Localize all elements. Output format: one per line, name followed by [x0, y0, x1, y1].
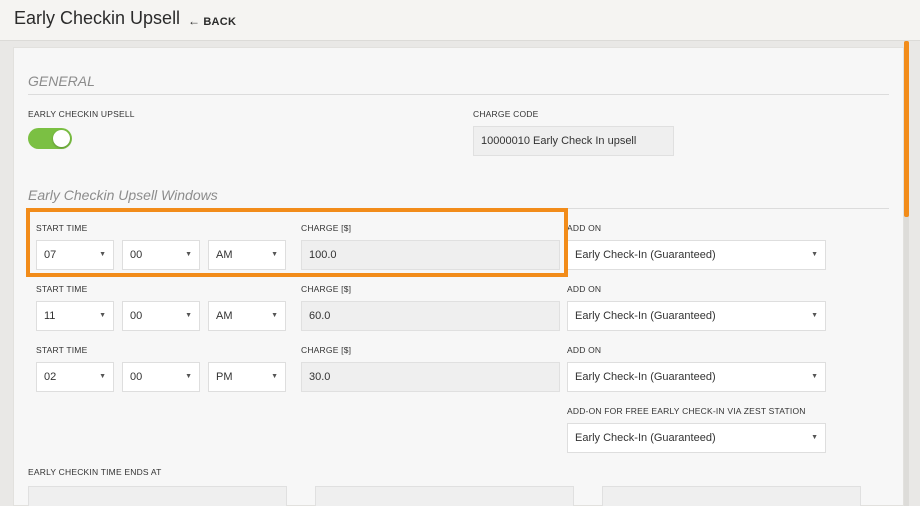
caret-down-icon: ▼ — [271, 373, 278, 380]
start-minute-select[interactable]: 00 ▼ — [122, 301, 200, 331]
highlight-box — [26, 208, 568, 277]
caret-down-icon: ▼ — [185, 373, 192, 380]
start-minute-select[interactable]: 00 ▼ — [122, 362, 200, 392]
ends-ampm-select[interactable] — [602, 486, 861, 506]
caret-down-icon: ▼ — [811, 373, 818, 380]
early-checkin-upsell-toggle[interactable] — [28, 128, 72, 149]
add-on-select[interactable]: Early Check-In (Guaranteed) ▼ — [567, 240, 826, 270]
checkin-time-ends-label: EARLY CHECKIN TIME ENDS AT — [28, 467, 162, 477]
ends-hour-select[interactable] — [28, 486, 287, 506]
start-hour-value: 02 — [44, 371, 57, 383]
charge-code-field[interactable]: 10000010 Early Check In upsell — [473, 126, 674, 156]
zest-station-add-on-value: Early Check-In (Guaranteed) — [575, 432, 716, 444]
back-button[interactable]: ← BACK — [188, 14, 236, 28]
zest-station-add-on-label: ADD-ON FOR FREE EARLY CHECK-IN VIA ZEST … — [567, 406, 806, 416]
start-ampm-value: PM — [216, 371, 233, 383]
start-minute-value: 00 — [130, 371, 143, 383]
charge-input[interactable]: 60.0 — [301, 301, 560, 331]
start-ampm-value: AM — [216, 310, 233, 322]
add-on-value: Early Check-In (Guaranteed) — [575, 371, 716, 383]
start-time-label: START TIME — [36, 345, 88, 355]
start-hour-select[interactable]: 11 ▼ — [36, 301, 114, 331]
caret-down-icon: ▼ — [811, 251, 818, 258]
add-on-select[interactable]: Early Check-In (Guaranteed) ▼ — [567, 301, 826, 331]
charge-input[interactable]: 30.0 — [301, 362, 560, 392]
add-on-label: ADD ON — [567, 284, 602, 294]
caret-down-icon: ▼ — [811, 312, 818, 319]
ends-minute-select[interactable] — [315, 486, 574, 506]
upsell-windows-section-title: Early Checkin Upsell Windows — [28, 187, 218, 203]
page-title: Early Checkin Upsell — [14, 8, 181, 28]
add-on-select[interactable]: Early Check-In (Guaranteed) ▼ — [567, 362, 826, 392]
start-ampm-select[interactable]: PM ▼ — [208, 362, 286, 392]
caret-down-icon: ▼ — [185, 312, 192, 319]
caret-down-icon: ▼ — [99, 312, 106, 319]
early-checkin-upsell-label: EARLY CHECKIN UPSELL — [28, 109, 135, 119]
top-bar: Early Checkin Upsell ← BACK — [0, 0, 920, 41]
start-hour-select[interactable]: 02 ▼ — [36, 362, 114, 392]
caret-down-icon: ▼ — [811, 434, 818, 441]
back-label: BACK — [203, 16, 237, 28]
start-minute-value: 00 — [130, 310, 143, 322]
start-time-label: START TIME — [36, 284, 88, 294]
caret-down-icon: ▼ — [271, 312, 278, 319]
add-on-label: ADD ON — [567, 223, 602, 233]
charge-label: CHARGE [$] — [301, 284, 352, 294]
start-hour-value: 11 — [44, 310, 56, 322]
caret-down-icon: ▼ — [99, 373, 106, 380]
add-on-label: ADD ON — [567, 345, 602, 355]
general-section-title: GENERAL — [28, 73, 95, 89]
toggle-knob — [53, 130, 70, 147]
add-on-value: Early Check-In (Guaranteed) — [575, 310, 716, 322]
zest-station-add-on-select[interactable]: Early Check-In (Guaranteed) ▼ — [567, 423, 826, 453]
scrollbar-thumb[interactable] — [904, 41, 909, 217]
charge-label: CHARGE [$] — [301, 345, 352, 355]
add-on-value: Early Check-In (Guaranteed) — [575, 249, 716, 261]
general-divider — [28, 94, 889, 95]
start-ampm-select[interactable]: AM ▼ — [208, 301, 286, 331]
arrow-left-icon: ← — [188, 14, 201, 28]
charge-code-label: CHARGE CODE — [473, 109, 539, 119]
